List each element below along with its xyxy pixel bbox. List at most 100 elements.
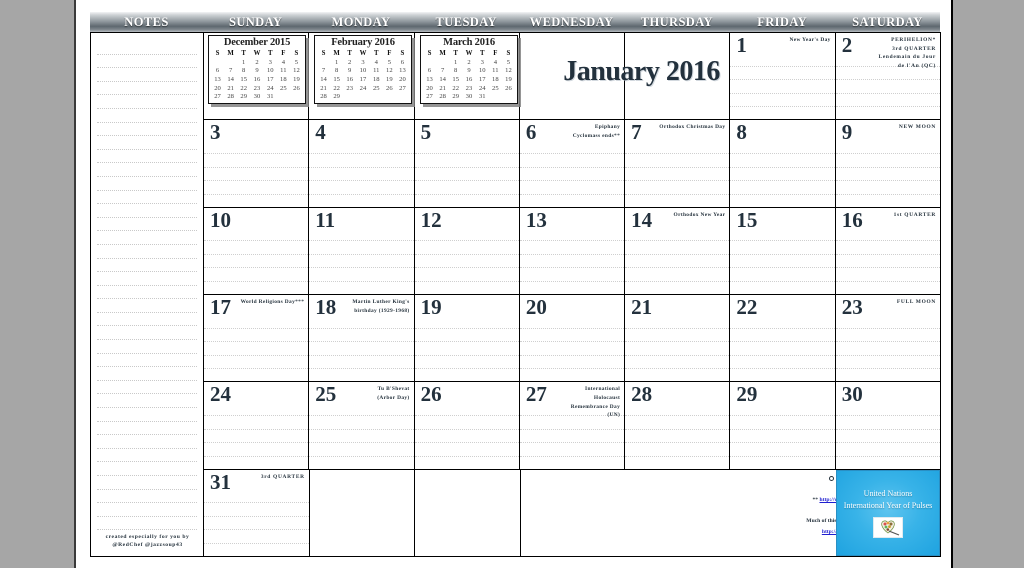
- mini-day: 22: [333, 84, 340, 92]
- mini-calendar: February 2016 S M T W T F S 1 2 3 4 5 6 7 8 9 10 11 12 13 14 1…: [314, 35, 412, 104]
- mini-day: 14: [439, 75, 446, 83]
- day-cell-5[interactable]: 5: [414, 120, 520, 207]
- cell-line: [309, 457, 413, 469]
- cell-line: [625, 154, 730, 168]
- cell-line: [519, 241, 625, 255]
- mini-day: [343, 92, 356, 101]
- mini-week-row: 20 21 22 23 24 25 26: [423, 84, 515, 93]
- mini-day: 29: [240, 93, 247, 101]
- un-badge-text: United Nations International Year of Puls…: [844, 488, 932, 513]
- day-cell-29[interactable]: 29: [730, 382, 836, 469]
- mini-day: 25: [280, 84, 287, 92]
- cell-line: [414, 342, 519, 356]
- cell-ruled-lines: [204, 490, 309, 556]
- week-row: 24 25 Tu B'Shevat (Arbor Day) 26 27 Internatio…: [204, 382, 940, 470]
- mini-day: 10: [478, 67, 486, 75]
- day-number: 11: [315, 207, 336, 232]
- mini-day: [277, 92, 290, 101]
- un-badge-line-1: United Nations: [863, 488, 913, 498]
- mini-weekday: T: [373, 50, 379, 57]
- day-events: 1st QUARTER: [860, 211, 936, 220]
- event-text: Holocaust: [593, 394, 621, 401]
- mini-day: [423, 58, 436, 67]
- notes-line: [97, 163, 197, 177]
- mini-week-row: 1 2 3 4 5 6: [317, 58, 409, 67]
- cell-line: [835, 255, 940, 269]
- cell-line: [730, 356, 835, 370]
- notes-column[interactable]: created especially for you by @RedChef @…: [91, 33, 204, 556]
- cell-line: [835, 268, 940, 283]
- day-cell-7[interactable]: 7 Orthodox Christmas Day: [625, 120, 731, 207]
- day-cell-19[interactable]: 19: [414, 294, 520, 382]
- day-cell-27[interactable]: 27 International Holocaust Remembrance Day(…: [519, 382, 626, 469]
- day-cell-21[interactable]: 21: [625, 294, 731, 382]
- cell-line: [835, 356, 940, 370]
- cell-line: [309, 154, 414, 168]
- day-cell-empty[interactable]: [309, 469, 416, 556]
- mini-week-row: 1 2 3 4 5: [423, 58, 515, 67]
- day-number: 8: [736, 120, 747, 145]
- notes-line: [97, 367, 197, 381]
- cell-ruled-lines: [204, 228, 309, 294]
- day-cell-25[interactable]: 25 Tu B'Shevat (Arbor Day): [309, 382, 415, 469]
- mini-day: [317, 58, 330, 67]
- day-cell-6[interactable]: 6 Epiphany Cyclomass ends**: [519, 120, 626, 207]
- notes-line: [97, 177, 197, 191]
- day-cell-2[interactable]: 2 PERIHELION* 3rd QUARTER Lendemain du Jour…: [835, 33, 940, 120]
- notes-line: [97, 272, 197, 286]
- cell-line: [519, 168, 625, 182]
- creator-credit: created especially for you by @RedChef @…: [95, 533, 200, 549]
- cell-line: [204, 181, 309, 195]
- notes-line: [97, 490, 197, 504]
- day-cell-23[interactable]: 23 FULL MOON: [835, 294, 940, 382]
- day-cell-3[interactable]: 3: [204, 120, 310, 207]
- cell-line: [520, 282, 624, 294]
- notes-line: [97, 503, 197, 517]
- mini-day: 22: [240, 84, 247, 92]
- mini-day: 7: [440, 67, 445, 75]
- day-cell-26[interactable]: 26: [414, 382, 520, 469]
- day-cell-8[interactable]: 8: [730, 120, 836, 207]
- cell-line: [625, 168, 730, 182]
- cell-line: [730, 329, 835, 343]
- day-cell-30[interactable]: 30: [835, 382, 940, 469]
- cell-line: [625, 457, 729, 469]
- day-cell-12[interactable]: 12: [414, 207, 520, 294]
- day-cell-20[interactable]: 20: [519, 294, 626, 382]
- day-cell-9[interactable]: 9 NEW MOON: [835, 120, 940, 207]
- day-cell-31[interactable]: 31 3rd QUARTER: [204, 469, 310, 556]
- mini-day: 10: [266, 67, 274, 75]
- day-number: 7: [631, 120, 642, 145]
- day-cell-13[interactable]: 13: [519, 207, 626, 294]
- mini-day: 2: [255, 58, 259, 66]
- day-number: 20: [525, 294, 547, 319]
- mini-day: 5: [294, 58, 299, 66]
- day-cell-1[interactable]: 1 New Year's Day: [730, 33, 836, 120]
- cell-line: [836, 282, 940, 294]
- day-cell-empty[interactable]: [415, 469, 522, 556]
- day-cell-18[interactable]: 18 Martin Luther King's birthday (1929-196…: [309, 294, 415, 382]
- cell-ruled-lines: [519, 315, 625, 381]
- cell-ruled-lines: [625, 140, 730, 206]
- day-cell-24[interactable]: 24: [204, 382, 310, 469]
- day-cell-11[interactable]: 11: [309, 207, 415, 294]
- day-cell-28[interactable]: 28: [625, 382, 731, 469]
- event-text: New Year's Day: [789, 37, 831, 43]
- day-cell-16[interactable]: 16 1st QUARTER: [835, 207, 940, 294]
- day-cell-4[interactable]: 4: [309, 120, 415, 207]
- day-cell-17[interactable]: 17 World Religions Day***: [204, 294, 310, 382]
- cell-line: [836, 369, 940, 381]
- mini-day: 19: [293, 75, 300, 83]
- cell-line: [204, 544, 309, 556]
- day-number: 21: [631, 294, 653, 319]
- mini-day: 1: [334, 58, 339, 66]
- cell-line: [204, 457, 308, 469]
- day-events: PERIHELION* 3rd QUARTER Lendemain du Jour d…: [860, 36, 936, 71]
- cell-line: [836, 195, 940, 207]
- day-cell-15[interactable]: 15: [730, 207, 836, 294]
- cell-line: [204, 329, 309, 343]
- cell-line: [204, 268, 309, 283]
- day-cell-14[interactable]: 14 Orthodox New Year: [625, 207, 731, 294]
- day-cell-10[interactable]: 10: [204, 207, 310, 294]
- day-cell-22[interactable]: 22: [730, 294, 836, 382]
